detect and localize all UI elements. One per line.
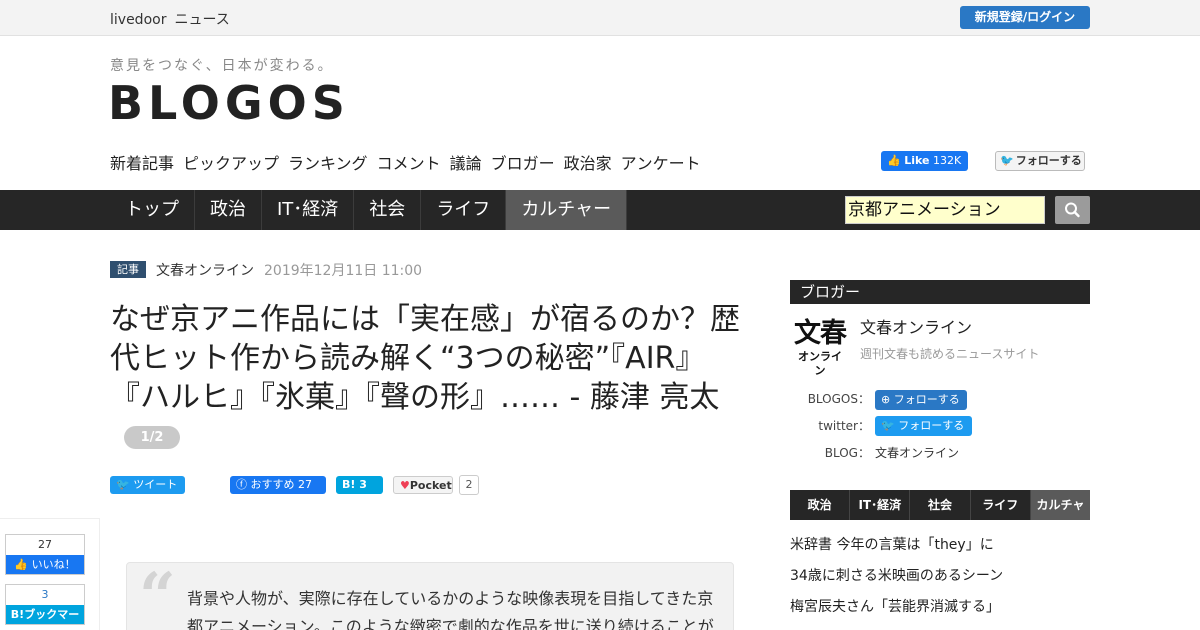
fb-recommend-count: 27 [298, 478, 312, 491]
floating-fb-label: いいね！ [31, 558, 76, 571]
article-lead-quote: “ 背景や人物が、実際に存在しているかのような映像表現を目指してきた京都アニメー… [126, 562, 734, 630]
register-login-button[interactable]: 新規登録/ログイン [960, 6, 1090, 29]
sidebar-tab-society[interactable]: 社会 [910, 490, 971, 520]
blogos-follow-text: フォローする [893, 393, 960, 406]
blogos-follow-button[interactable]: ⊕ フォローする [875, 390, 967, 410]
pocket-label: Pocket [409, 479, 452, 492]
pocket-icon: ♥ [400, 479, 410, 492]
pocket-button[interactable]: ♥Pocket [393, 476, 453, 494]
category-it-economy[interactable]: IT･経済 [262, 190, 355, 230]
floating-hatena-bookmark[interactable]: 3 B!ブックマーク [5, 584, 85, 630]
sub-navigation: 新着記事 ピックアップ ランキング コメント 議論 ブロガー 政治家 アンケート [110, 150, 710, 174]
search-input[interactable]: 京都アニメーション [845, 196, 1045, 224]
category-politics[interactable]: 政治 [195, 190, 262, 230]
sidebar-blogger-heading: ブロガー [790, 280, 1090, 304]
blogos-follow-label: BLOGOS： [807, 392, 870, 406]
tw-follow-label: フォローする [1015, 154, 1082, 167]
blogos-logo[interactable]: BLOGOS [108, 76, 350, 130]
tweet-button[interactable]: 🐦 ツイート [110, 476, 185, 494]
fb-recommend-label: おすすめ [250, 478, 295, 491]
twitter-follow-button[interactable]: 🐦 フォローする [995, 151, 1085, 171]
subnav-latest[interactable]: 新着記事 [110, 154, 174, 173]
list-item[interactable]: 米辞書 今年の言葉は「they」に [790, 535, 1090, 566]
article-title: なぜ京アニ作品には「実在感」が宿るのか？歴代ヒット作から読み解く“3つの秘密”『… [110, 300, 740, 456]
tweet-label: ツイート [133, 478, 178, 491]
site-tagline: 意見をつなぐ、日本が変わる。 [110, 58, 334, 74]
hatena-icon: B! [342, 478, 356, 491]
facebook-like-button[interactable]: 👍 Like 132K [881, 151, 968, 171]
brand-news: ニュース [174, 12, 230, 28]
subnav-pickup[interactable]: ピックアップ [183, 154, 279, 173]
livedoor-news-link[interactable]: livedoor ニュース [110, 9, 230, 29]
subnav-comment[interactable]: コメント [377, 154, 441, 173]
list-item[interactable]: 梅宮辰夫さん「芸能界消滅する」 [790, 597, 1090, 628]
sidebar-tab-culture[interactable]: カルチャー [1030, 490, 1091, 542]
article-tag-badge: 記事 [110, 261, 146, 278]
facebook-recommend-button[interactable]: ⓕ おすすめ 27 [230, 476, 326, 494]
author-logo-line2: オンライン [798, 350, 842, 377]
twitter-bird-icon: 🐦 [116, 478, 130, 491]
blog-label: BLOG： [824, 446, 870, 460]
article-source[interactable]: 文春オンライン [156, 260, 254, 280]
article-title-text: なぜ京アニ作品には「実在感」が宿るのか？歴代ヒット作から読み解く“3つの秘密”『… [110, 302, 740, 415]
sidebar-tab-life[interactable]: ライフ [971, 490, 1031, 520]
subnav-survey[interactable]: アンケート [621, 154, 701, 173]
sidebar-article-list: 米辞書 今年の言葉は「they」に 34歳に刺さる米映画のあるシーン 梅宮辰夫さ… [790, 535, 1090, 628]
subnav-politician[interactable]: 政治家 [564, 154, 612, 173]
twitter-follow-label: twitter： [818, 419, 870, 433]
thumbs-up-icon: 👍 [14, 558, 29, 571]
floating-hatena-count: 3 [41, 588, 49, 601]
floating-facebook-like[interactable]: 27 👍 いいね！ [5, 534, 85, 575]
category-life[interactable]: ライフ [421, 190, 507, 230]
twitter-bird-icon: 🐦 [881, 419, 895, 432]
category-culture[interactable]: カルチャー [506, 190, 628, 230]
twitter-bird-icon: 🐦 [1000, 154, 1014, 167]
plus-icon: ⊕ [881, 393, 891, 406]
facebook-icon: ⓕ [236, 478, 247, 491]
category-society[interactable]: 社会 [354, 190, 422, 230]
page-indicator-badge: 1/2 [124, 426, 180, 449]
floating-fb-count: 27 [38, 538, 52, 551]
hatena-count: 3 [359, 478, 367, 491]
sidebar-tab-it-economy[interactable]: IT･経済 [850, 490, 911, 520]
hatena-bookmark-button[interactable]: B! 3 [336, 476, 383, 494]
brand-livedoor: livedoor [110, 12, 167, 28]
sidebar-twitter-follow-button[interactable]: 🐦 フォローする [875, 416, 972, 436]
fb-like-label: Like [904, 154, 930, 167]
list-item[interactable]: 34歳に刺さる米映画のあるシーン [790, 566, 1090, 597]
author-logo-line1: 文春 [794, 318, 847, 349]
bunshun-online-logo[interactable]: 文春 オンライン [794, 318, 847, 377]
blog-link[interactable]: 文春オンライン [875, 444, 959, 461]
quote-mark-icon: “ [139, 559, 176, 630]
subnav-blogger[interactable]: ブロガー [491, 154, 555, 173]
author-description: 週刊文春も読めるニュースサイト [860, 347, 1040, 361]
search-icon [1065, 202, 1080, 218]
pocket-count: 2 [459, 475, 479, 495]
floating-hatena-button[interactable]: B!ブックマーク [6, 605, 84, 630]
article-date: 2019年12月11日 11:00 [264, 263, 423, 279]
sidebar-category-tabs: 政治 IT･経済 社会 ライフ カルチャー [790, 490, 1091, 542]
floating-fb-like-button[interactable]: 👍 いいね！ [6, 555, 84, 574]
thumbs-up-icon: 👍 [887, 154, 901, 167]
sidebar-tab-politics[interactable]: 政治 [790, 490, 851, 520]
top-bar: livedoor ニュース 新規登録/ログイン [0, 0, 1200, 36]
search-button[interactable] [1055, 196, 1090, 224]
subnav-discussion[interactable]: 議論 [450, 154, 482, 173]
subnav-ranking[interactable]: ランキング [288, 154, 368, 173]
fb-like-count: 132K [932, 154, 962, 167]
quote-text: 背景や人物が、実際に存在しているかのような映像表現を目指してきた京都アニメーショ… [187, 589, 714, 630]
sidebar-twitter-follow-text: フォローする [898, 419, 965, 432]
author-name[interactable]: 文春オンライン [860, 314, 972, 338]
category-top[interactable]: トップ [110, 190, 195, 230]
